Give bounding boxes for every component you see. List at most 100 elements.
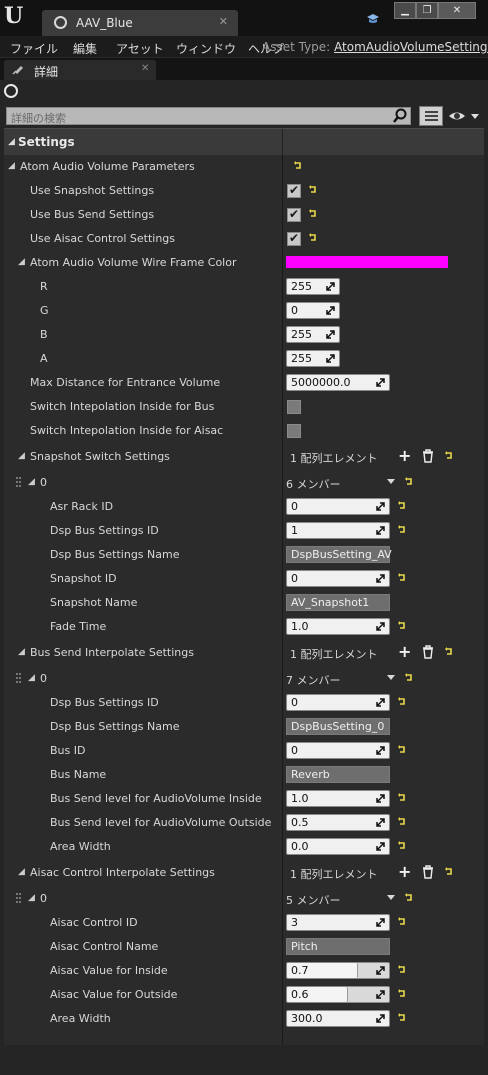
eye-icon[interactable] xyxy=(448,108,480,124)
resize-arrow-icon[interactable] xyxy=(324,328,337,341)
resize-arrow-icon[interactable] xyxy=(374,744,387,757)
drag-handle-icon[interactable] xyxy=(16,673,22,685)
trash-icon[interactable] xyxy=(422,449,434,463)
reset-icon[interactable] xyxy=(397,916,407,928)
aisac-control-id-field[interactable]: 3 xyxy=(286,914,390,931)
collapse-triangle-icon[interactable]: ◢ xyxy=(28,893,35,903)
reset-icon[interactable] xyxy=(397,964,407,976)
trash-icon[interactable] xyxy=(422,865,434,879)
add-element-icon[interactable]: + xyxy=(398,644,411,660)
resize-arrow-icon[interactable] xyxy=(374,1012,387,1025)
bs-area-width-field[interactable]: 0.0 xyxy=(286,838,390,855)
snapshot-id-field[interactable]: 0 xyxy=(286,570,390,587)
unreal-logo-icon[interactable]: U xyxy=(4,3,26,29)
dsp-bus-settings-id-field[interactable]: 1 xyxy=(286,522,390,539)
reset-icon[interactable] xyxy=(444,646,454,658)
color-b-field[interactable]: 255 xyxy=(286,326,340,343)
reset-icon[interactable] xyxy=(404,476,414,488)
collapse-triangle-icon[interactable]: ◢ xyxy=(28,477,35,487)
document-tab[interactable]: AAV_Blue ✕ xyxy=(42,10,238,36)
search-icon[interactable] xyxy=(393,108,407,124)
close-tab-icon[interactable]: ✕ xyxy=(219,15,228,28)
collapse-triangle-icon[interactable]: ◢ xyxy=(8,161,15,171)
reset-icon[interactable] xyxy=(397,1012,407,1024)
add-element-icon[interactable]: + xyxy=(398,448,411,464)
view-options-button[interactable] xyxy=(419,106,443,126)
resize-arrow-icon[interactable] xyxy=(374,840,387,853)
reset-icon[interactable] xyxy=(397,500,407,512)
reset-icon[interactable] xyxy=(397,524,407,536)
asset-type-link[interactable]: AtomAudioVolumeSettings xyxy=(334,40,488,54)
reset-icon[interactable] xyxy=(404,672,414,684)
resize-arrow-icon[interactable] xyxy=(374,964,387,977)
drag-handle-icon[interactable] xyxy=(16,477,22,489)
dropdown-icon[interactable] xyxy=(387,895,395,900)
reset-icon[interactable] xyxy=(397,816,407,828)
close-window-button[interactable]: ✕ xyxy=(438,2,476,19)
menu-file[interactable]: ファイル xyxy=(10,40,58,57)
reset-icon[interactable] xyxy=(444,450,454,462)
reset-icon[interactable] xyxy=(397,696,407,708)
settings-category[interactable]: ◢ Settings xyxy=(4,128,484,156)
resize-arrow-icon[interactable] xyxy=(374,792,387,805)
resize-arrow-icon[interactable] xyxy=(374,376,387,389)
reset-icon[interactable] xyxy=(397,840,407,852)
search-input[interactable]: 詳細の検索 xyxy=(6,107,411,125)
reset-icon[interactable] xyxy=(404,892,414,904)
aisac-value-inside-slider[interactable]: 0.7 xyxy=(286,962,390,979)
resize-arrow-icon[interactable] xyxy=(324,280,337,293)
bus-id-field[interactable]: 0 xyxy=(286,742,390,759)
collapse-triangle-icon[interactable]: ◢ xyxy=(18,867,25,877)
trash-icon[interactable] xyxy=(422,645,434,659)
color-r-field[interactable]: 255 xyxy=(286,278,340,295)
reset-icon[interactable] xyxy=(308,232,318,244)
max-distance-field[interactable]: 5000000.0 xyxy=(286,374,390,391)
resize-arrow-icon[interactable] xyxy=(324,304,337,317)
collapse-triangle-icon[interactable]: ◢ xyxy=(8,137,15,147)
aisac-value-outside-slider[interactable]: 0.6 xyxy=(286,986,390,1003)
resize-arrow-icon[interactable] xyxy=(374,500,387,513)
reset-icon[interactable] xyxy=(308,184,318,196)
resize-arrow-icon[interactable] xyxy=(374,620,387,633)
reset-icon[interactable] xyxy=(308,208,318,220)
resize-arrow-icon[interactable] xyxy=(374,988,387,1001)
color-swatch[interactable] xyxy=(286,256,448,268)
close-panel-icon[interactable]: ✕ xyxy=(141,63,149,74)
bs-dsp-bus-settings-id-field[interactable]: 0 xyxy=(286,694,390,711)
collapse-triangle-icon[interactable]: ◢ xyxy=(28,673,35,683)
color-g-field[interactable]: 0 xyxy=(286,302,340,319)
use-aisac-checkbox[interactable]: ✔ xyxy=(287,231,301,246)
resize-arrow-icon[interactable] xyxy=(324,352,337,365)
switch-aisac-checkbox[interactable] xyxy=(287,424,301,438)
menu-asset[interactable]: アセット xyxy=(116,40,164,57)
minimize-button[interactable]: ▁ xyxy=(394,2,416,19)
resize-arrow-icon[interactable] xyxy=(374,916,387,929)
level-outside-field[interactable]: 0.5 xyxy=(286,814,390,831)
reset-icon[interactable] xyxy=(397,572,407,584)
aisac-area-width-field[interactable]: 300.0 xyxy=(286,1010,390,1027)
reset-icon[interactable] xyxy=(397,620,407,632)
use-snapshot-checkbox[interactable]: ✔ xyxy=(287,183,301,198)
reset-icon[interactable] xyxy=(397,792,407,804)
reset-icon[interactable] xyxy=(293,160,303,172)
resize-arrow-icon[interactable] xyxy=(374,696,387,709)
graduation-cap-icon[interactable] xyxy=(366,12,380,26)
dropdown-icon[interactable] xyxy=(387,675,395,680)
collapse-triangle-icon[interactable]: ◢ xyxy=(18,451,25,461)
use-bus-send-checkbox[interactable]: ✔ xyxy=(287,207,301,222)
reset-icon[interactable] xyxy=(397,988,407,1000)
resize-arrow-icon[interactable] xyxy=(374,816,387,829)
add-element-icon[interactable]: + xyxy=(398,864,411,880)
maximize-button[interactable]: ❐ xyxy=(416,2,438,19)
menu-edit[interactable]: 編集 xyxy=(73,40,97,57)
fade-time-field[interactable]: 1.0 xyxy=(286,618,390,635)
reset-icon[interactable] xyxy=(444,866,454,878)
dropdown-icon[interactable] xyxy=(387,479,395,484)
resize-arrow-icon[interactable] xyxy=(374,572,387,585)
level-inside-field[interactable]: 1.0 xyxy=(286,790,390,807)
menu-window[interactable]: ウィンドウ xyxy=(176,40,236,57)
details-tab[interactable]: 詳細 ✕ xyxy=(4,60,156,80)
switch-bus-checkbox[interactable] xyxy=(287,400,301,414)
asr-rack-id-field[interactable]: 0 xyxy=(286,498,390,515)
color-a-field[interactable]: 255 xyxy=(286,350,340,367)
